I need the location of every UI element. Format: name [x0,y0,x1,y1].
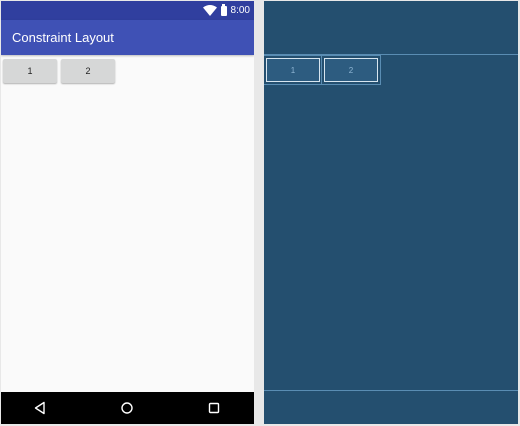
battery-icon [220,3,227,16]
status-time: 8:00 [230,5,250,16]
recent-apps-icon[interactable] [207,401,221,415]
app-title: Constraint Layout [12,30,114,45]
wifi-icon [202,5,217,16]
design-surface: 8:00 Constraint Layout 1 2 [1,1,254,424]
blueprint-surface: 1 2 [264,1,518,424]
app-bar: Constraint Layout [1,20,254,55]
button-1[interactable]: 1 [3,59,57,83]
status-bar: 8:00 [1,1,254,20]
blueprint-appbar-bound [264,54,518,55]
blueprint-navbar-bound [264,390,518,391]
blueprint-button-1[interactable]: 1 [266,58,320,82]
back-icon[interactable] [33,401,47,415]
button-2[interactable]: 2 [61,59,115,83]
status-icons: 8:00 [202,1,250,20]
home-icon[interactable] [120,401,134,415]
blueprint-button-2[interactable]: 2 [324,58,378,82]
navigation-bar [1,392,254,424]
